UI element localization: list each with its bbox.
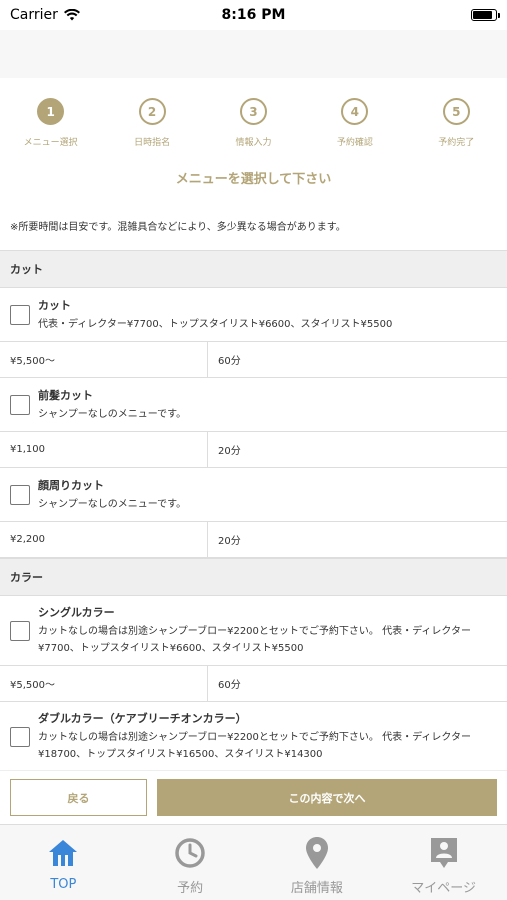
tab-reservation[interactable]: 予約 bbox=[127, 825, 254, 900]
step-number: 5 bbox=[442, 98, 470, 125]
nav-bar bbox=[0, 30, 507, 78]
step-3: 3 情報入力 bbox=[208, 98, 298, 158]
menu-price: ¥1,100 bbox=[0, 432, 208, 467]
battery-fill bbox=[473, 11, 492, 19]
progress-steps: 1 メニュー選択 2 日時指名 3 情報入力 4 予約確認 5 予約完了 bbox=[0, 78, 507, 158]
menu-item-name: 前髪カット bbox=[38, 388, 93, 402]
price-row: ¥5,500〜 60分 bbox=[0, 666, 507, 702]
step-2: 2 日時指名 bbox=[107, 98, 197, 158]
menu-checkbox[interactable] bbox=[10, 726, 30, 747]
price-row: ¥2,200 20分 bbox=[0, 522, 507, 558]
menu-duration: 60分 bbox=[218, 680, 241, 691]
menu-item-name: 顔周りカット bbox=[38, 478, 104, 492]
clock-icon bbox=[174, 835, 206, 871]
price-row: ¥1,100 20分 bbox=[0, 432, 507, 468]
menu-item-description: 代表・ディレクター¥7700、トップスタイリスト¥6600、スタイリスト¥550… bbox=[38, 318, 393, 330]
menu-price: ¥5,500〜 bbox=[0, 342, 208, 377]
menu-checkbox[interactable] bbox=[10, 620, 30, 641]
menu-item-name: カット bbox=[38, 298, 71, 312]
menu-item-description: カットなしの場合は別途シャンプーブロー¥2200とセットでご予約下さい。 代表・… bbox=[38, 732, 471, 760]
tab-my-page[interactable]: マイページ bbox=[380, 825, 507, 900]
step-number: 1 bbox=[37, 98, 65, 125]
action-bar: 戻る この内容で次へ bbox=[0, 770, 507, 824]
duration-note: ※所要時間は目安です。混雑具合などにより、多少異なる場合があります。 bbox=[10, 222, 346, 233]
step-number: 3 bbox=[239, 98, 267, 125]
menu-list[interactable]: カット カット 代表・ディレクター¥7700、トップスタイリスト¥6600、スタ… bbox=[0, 250, 507, 770]
back-button[interactable]: 戻る bbox=[10, 779, 147, 816]
menu-item-description: シャンプーなしのメニューです。 bbox=[38, 408, 187, 420]
wifi-icon bbox=[63, 9, 80, 21]
step-label: 情報入力 bbox=[235, 138, 272, 148]
tab-bar: TOP 予約 店舗情報 マイページ bbox=[0, 824, 507, 900]
tab-label: 店舗情報 bbox=[290, 881, 343, 896]
category-header-color: カラー bbox=[0, 558, 507, 596]
tab-top[interactable]: TOP bbox=[0, 825, 127, 900]
page-heading: メニューを選択して下さい bbox=[175, 172, 332, 187]
tab-label: 予約 bbox=[177, 881, 204, 896]
menu-price: ¥5,500〜 bbox=[0, 666, 208, 701]
menu-checkbox[interactable] bbox=[10, 304, 30, 325]
menu-item-text: 前髪カット シャンプーなしのメニューです。 bbox=[38, 387, 497, 423]
step-label: メニュー選択 bbox=[23, 138, 78, 148]
menu-item-text: シングルカラー カットなしの場合は別途シャンプーブロー¥2200とセットでご予約… bbox=[38, 604, 497, 657]
tab-label: マイページ bbox=[411, 881, 476, 896]
menu-item-face-cut[interactable]: 顔周りカット シャンプーなしのメニューです。 bbox=[0, 468, 507, 522]
menu-item-double-color[interactable]: ダブルカラー（ケアブリーチオンカラー） カットなしの場合は別途シャンプーブロー¥… bbox=[0, 702, 507, 770]
status-left: Carrier bbox=[10, 7, 80, 23]
menu-item-cut[interactable]: カット 代表・ディレクター¥7700、トップスタイリスト¥6600、スタイリスト… bbox=[0, 288, 507, 342]
step-number: 4 bbox=[341, 98, 369, 125]
menu-duration: 20分 bbox=[218, 536, 241, 547]
profile-icon bbox=[429, 835, 459, 871]
step-5: 5 予約完了 bbox=[411, 98, 501, 158]
home-icon bbox=[47, 835, 79, 871]
step-number: 2 bbox=[138, 98, 166, 125]
step-1: 1 メニュー選択 bbox=[6, 98, 96, 158]
menu-item-bangs-cut[interactable]: 前髪カット シャンプーなしのメニューです。 bbox=[0, 378, 507, 432]
menu-item-text: 顔周りカット シャンプーなしのメニューです。 bbox=[38, 477, 497, 513]
map-pin-icon bbox=[305, 835, 329, 871]
status-time: 8:16 PM bbox=[221, 7, 286, 23]
menu-price: ¥2,200 bbox=[0, 522, 208, 557]
menu-item-description: シャンプーなしのメニューです。 bbox=[38, 498, 187, 510]
menu-item-text: カット 代表・ディレクター¥7700、トップスタイリスト¥6600、スタイリスト… bbox=[38, 297, 497, 333]
tab-store-info[interactable]: 店舗情報 bbox=[254, 825, 381, 900]
menu-item-name: ダブルカラー（ケアブリーチオンカラー） bbox=[38, 712, 247, 725]
tab-label: TOP bbox=[50, 877, 77, 892]
menu-duration: 20分 bbox=[218, 446, 241, 457]
carrier-label: Carrier bbox=[10, 7, 58, 23]
step-label: 日時指名 bbox=[134, 138, 171, 148]
step-4: 4 予約確認 bbox=[310, 98, 400, 158]
battery-icon bbox=[471, 9, 500, 21]
price-row: ¥5,500〜 60分 bbox=[0, 342, 507, 378]
menu-item-description: カットなしの場合は別途シャンプーブロー¥2200とセットでご予約下さい。 代表・… bbox=[38, 626, 471, 654]
menu-checkbox[interactable] bbox=[10, 484, 30, 505]
menu-checkbox[interactable] bbox=[10, 394, 30, 415]
status-bar: Carrier 8:16 PM bbox=[0, 0, 507, 30]
next-button[interactable]: この内容で次へ bbox=[157, 779, 497, 816]
menu-item-single-color[interactable]: シングルカラー カットなしの場合は別途シャンプーブロー¥2200とセットでご予約… bbox=[0, 596, 507, 666]
category-header-cut: カット bbox=[0, 250, 507, 288]
step-label: 予約確認 bbox=[336, 138, 373, 148]
menu-item-name: シングルカラー bbox=[38, 606, 115, 619]
menu-duration: 60分 bbox=[218, 356, 241, 367]
step-label: 予約完了 bbox=[438, 138, 475, 148]
menu-item-text: ダブルカラー（ケアブリーチオンカラー） カットなしの場合は別途シャンプーブロー¥… bbox=[38, 710, 497, 763]
